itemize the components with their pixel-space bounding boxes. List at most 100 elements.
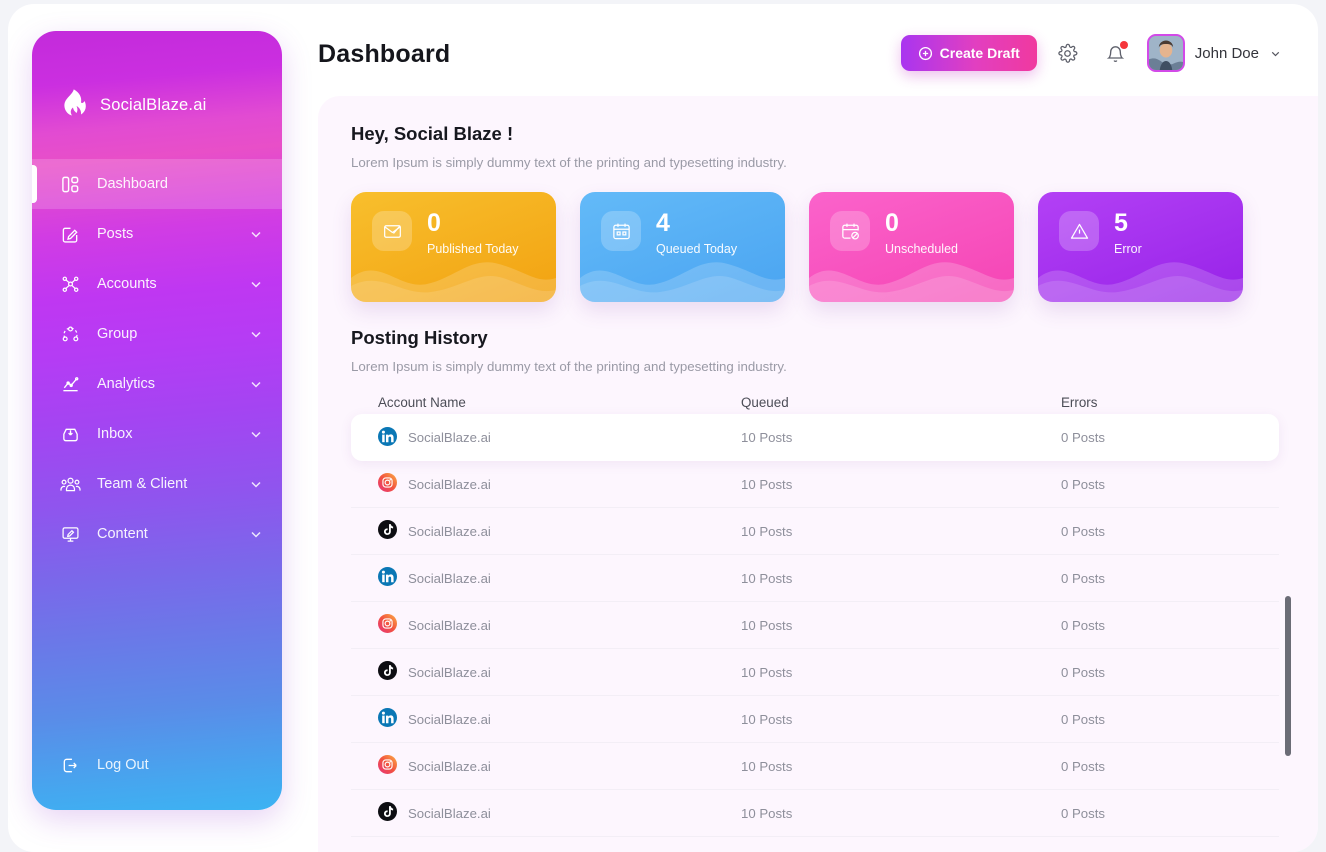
user-name: John Doe <box>1194 44 1259 62</box>
row-account-cell: SocialBlaze.ai <box>351 708 741 730</box>
sidebar-item-group[interactable]: Group <box>32 309 282 359</box>
user-menu[interactable]: John Doe <box>1146 34 1282 72</box>
sidebar: SocialBlaze.ai Dashboard Posts Accounts … <box>32 31 282 810</box>
page-title: Dashboard <box>318 40 451 68</box>
posting-history-title: Posting History <box>351 327 488 348</box>
posting-history-rows: SocialBlaze.ai 10 Posts 0 Posts SocialBlaze… <box>351 414 1279 837</box>
chevron-down-icon[interactable] <box>248 426 264 442</box>
calendar-icon <box>601 211 641 251</box>
row-account-name: SocialBlaze.ai <box>408 617 491 633</box>
row-errors-cell: 0 Posts <box>1061 805 1105 821</box>
linkedin-icon <box>378 426 397 449</box>
row-account-cell: SocialBlaze.ai <box>351 473 741 495</box>
dashboard-icon <box>59 173 81 195</box>
notification-dot <box>1119 41 1128 49</box>
chart-line-icon <box>59 373 81 395</box>
sidebar-item-analytics[interactable]: Analytics <box>32 359 282 409</box>
row-account-name: SocialBlaze.ai <box>408 570 491 586</box>
edit-square-icon <box>59 223 81 245</box>
row-account-cell: SocialBlaze.ai <box>351 802 741 824</box>
notifications-button[interactable] <box>1099 36 1133 70</box>
brand[interactable]: SocialBlaze.ai <box>32 31 282 141</box>
row-queued-cell: 10 Posts <box>741 711 793 727</box>
stat-card-queued[interactable]: 4 Queued Today <box>580 192 785 302</box>
sidebar-item-label: Content <box>97 526 148 542</box>
sidebar-item-label: Accounts <box>97 276 157 292</box>
column-header-account: Account Name <box>378 395 466 410</box>
row-queued-cell: 10 Posts <box>741 570 793 586</box>
table-header: Account Name Queued Errors <box>351 395 1271 410</box>
chevron-down-icon[interactable] <box>1269 47 1282 60</box>
stat-label: Error <box>1114 242 1142 256</box>
sidebar-item-label: Dashboard <box>97 176 168 192</box>
stat-card-published[interactable]: 0 Published Today <box>351 192 556 302</box>
inbox-icon <box>59 423 81 445</box>
row-account-cell: SocialBlaze.ai <box>351 755 741 777</box>
stat-card-unscheduled[interactable]: 0 Unscheduled <box>809 192 1014 302</box>
row-account-name: SocialBlaze.ai <box>408 430 491 445</box>
sidebar-item-inbox[interactable]: Inbox <box>32 409 282 459</box>
instagram-icon <box>378 473 397 495</box>
row-errors-cell: 0 Posts <box>1061 523 1105 539</box>
sidebar-item-posts[interactable]: Posts <box>32 209 282 259</box>
chevron-down-icon[interactable] <box>248 226 264 242</box>
tiktok-icon <box>378 520 397 542</box>
sidebar-item-label: Inbox <box>97 426 133 442</box>
row-queued-cell: 10 Posts <box>741 476 793 492</box>
greeting-title: Hey, Social Blaze ! <box>351 123 514 144</box>
chevron-down-icon[interactable] <box>248 476 264 492</box>
row-account-name: SocialBlaze.ai <box>408 805 491 821</box>
chevron-down-icon[interactable] <box>248 376 264 392</box>
mail-send-icon <box>372 211 412 251</box>
row-errors-cell: 0 Posts <box>1061 476 1105 492</box>
sidebar-item-content[interactable]: Content <box>32 509 282 559</box>
monitor-edit-icon <box>59 523 81 545</box>
wave-decoration <box>580 262 785 302</box>
table-row[interactable]: SocialBlaze.ai 10 Posts 0 Posts <box>351 555 1279 602</box>
plus-circle-icon <box>918 46 932 60</box>
logout-button[interactable]: Log Out <box>32 754 149 776</box>
create-draft-button[interactable]: Create Draft <box>900 35 1037 71</box>
chevron-down-icon[interactable] <box>248 326 264 342</box>
table-row[interactable]: SocialBlaze.ai 10 Posts 0 Posts <box>351 414 1279 461</box>
stat-card-error[interactable]: 5 Error <box>1038 192 1243 302</box>
chevron-down-icon[interactable] <box>248 276 264 292</box>
network-icon <box>59 273 81 295</box>
linkedin-icon <box>378 567 397 589</box>
table-row[interactable]: SocialBlaze.ai 10 Posts 0 Posts <box>351 461 1279 508</box>
row-queued-cell: 10 Posts <box>741 430 793 445</box>
stat-value: 4 <box>656 209 670 237</box>
sidebar-item-dashboard[interactable]: Dashboard <box>32 159 282 209</box>
sidebar-item-accounts[interactable]: Accounts <box>32 259 282 309</box>
column-header-queued: Queued <box>741 395 789 410</box>
table-row[interactable]: SocialBlaze.ai 10 Posts 0 Posts <box>351 649 1279 696</box>
wave-decoration <box>809 262 1014 302</box>
column-header-errors: Errors <box>1061 395 1098 410</box>
row-account-cell: SocialBlaze.ai <box>351 567 741 589</box>
scrollbar-thumb[interactable] <box>1285 596 1291 756</box>
row-errors-cell: 0 Posts <box>1061 430 1105 445</box>
chevron-down-icon[interactable] <box>248 526 264 542</box>
table-row[interactable]: SocialBlaze.ai 10 Posts 0 Posts <box>351 790 1279 837</box>
row-account-name: SocialBlaze.ai <box>408 711 491 727</box>
group-circle-icon <box>59 323 81 345</box>
table-row[interactable]: SocialBlaze.ai 10 Posts 0 Posts <box>351 743 1279 790</box>
logout-icon <box>59 754 81 776</box>
sidebar-item-label: Group <box>97 326 138 342</box>
row-account-cell: SocialBlaze.ai <box>351 520 741 542</box>
stat-value: 0 <box>885 209 899 237</box>
sidebar-item-label: Analytics <box>97 376 156 392</box>
posting-history-subtitle: Lorem Ipsum is simply dummy text of the … <box>351 359 787 374</box>
table-row[interactable]: SocialBlaze.ai 10 Posts 0 Posts <box>351 696 1279 743</box>
app-window: SocialBlaze.ai Dashboard Posts Accounts … <box>8 4 1318 852</box>
row-account-cell: SocialBlaze.ai <box>351 661 741 683</box>
row-queued-cell: 10 Posts <box>741 758 793 774</box>
settings-button[interactable] <box>1051 36 1085 70</box>
linkedin-icon <box>378 708 397 730</box>
sidebar-item-team-client[interactable]: Team & Client <box>32 459 282 509</box>
wave-decoration <box>351 262 556 302</box>
tiktok-icon <box>378 802 397 824</box>
table-row[interactable]: SocialBlaze.ai 10 Posts 0 Posts <box>351 508 1279 555</box>
table-row[interactable]: SocialBlaze.ai 10 Posts 0 Posts <box>351 602 1279 649</box>
row-account-name: SocialBlaze.ai <box>408 476 491 492</box>
